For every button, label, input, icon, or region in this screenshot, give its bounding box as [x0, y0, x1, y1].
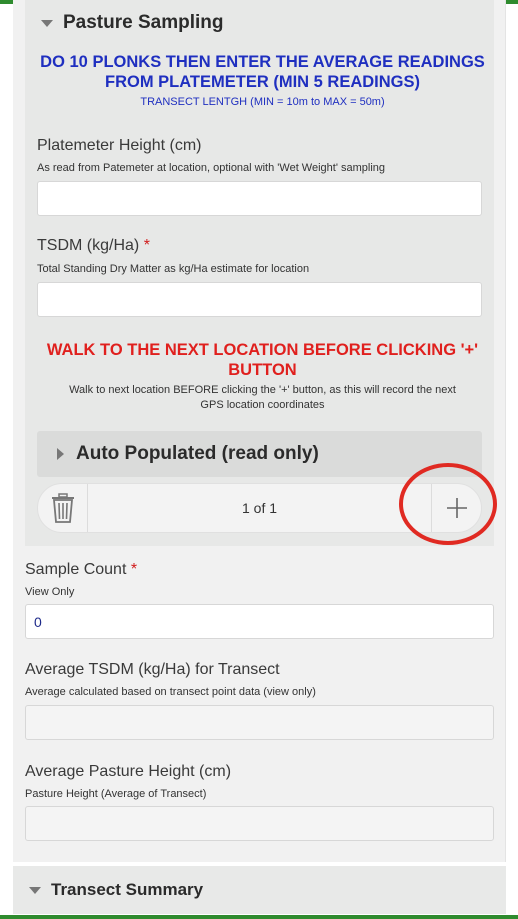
sample-count-label-text: Sample Count: [25, 561, 127, 578]
caret-down-icon: [41, 19, 53, 27]
sample-count-label: Sample Count *: [25, 561, 137, 579]
caret-down-icon: [29, 886, 41, 894]
avg-height-label-text: Average Pasture Height (cm): [25, 763, 232, 780]
avg-height-hint: Pasture Height (Average of Transect): [25, 788, 207, 800]
transect-summary-header[interactable]: Transect Summary: [13, 866, 506, 914]
tsdm-label: TSDM (kg/Ha) *: [37, 237, 150, 255]
pasture-sampling-title: Pasture Sampling: [63, 12, 224, 33]
avg-tsdm-label-text: Average TSDM (kg/Ha) for Transect: [25, 661, 280, 678]
instruction-line-1: DO 10 PLONKS THEN ENTER THE AVERAGE READ…: [40, 53, 485, 71]
platemeter-height-input[interactable]: [37, 181, 482, 216]
auto-populated-header[interactable]: Auto Populated (read only): [37, 431, 482, 477]
sample-count-field[interactable]: 0: [25, 604, 494, 639]
annotation-circle: [399, 463, 497, 545]
instruction-line-2: FROM PLATEMETER (MIN 5 READINGS): [104, 73, 421, 91]
tsdm-input[interactable]: [37, 282, 482, 317]
caret-right-icon: [57, 448, 64, 460]
required-marker: *: [143, 237, 150, 254]
avg-tsdm-field[interactable]: [25, 705, 494, 740]
delete-record-button[interactable]: [38, 484, 88, 532]
avg-height-label: Average Pasture Height (cm): [25, 763, 231, 781]
walk-instruction-line-2: BUTTON: [228, 361, 297, 379]
auto-populated-title: Auto Populated (read only): [76, 443, 319, 464]
tsdm-label-text: TSDM (kg/Ha): [37, 237, 140, 254]
avg-tsdm-hint: Average calculated based on transect poi…: [25, 686, 316, 698]
required-marker: *: [130, 561, 138, 578]
tsdm-hint: Total Standing Dry Matter as kg/Ha estim…: [37, 263, 310, 275]
avg-tsdm-label: Average TSDM (kg/Ha) for Transect: [25, 661, 280, 679]
platemeter-height-label-text: Platemeter Height (cm): [37, 137, 202, 154]
avg-height-field[interactable]: [25, 806, 494, 841]
trash-icon: [51, 493, 74, 523]
walk-note-line-1: Walk to next location BEFORE clicking th…: [69, 384, 456, 396]
walk-instruction-line-1: WALK TO THE NEXT LOCATION BEFORE CLICKIN…: [46, 341, 479, 359]
sample-count-hint: View Only: [25, 586, 75, 598]
transect-summary-title: Transect Summary: [51, 880, 204, 899]
platemeter-height-label: Platemeter Height (cm): [37, 137, 202, 155]
walk-note-line-2: GPS location coordinates: [200, 399, 325, 411]
platemeter-height-hint: As read from Patemeter at location, opti…: [37, 162, 386, 174]
record-count: 1 of 1: [241, 500, 278, 516]
bottom-accent-bar: [0, 915, 518, 919]
transect-length-note: TRANSECT LENTGH (MIN = 10m to MAX = 50m): [140, 96, 385, 108]
pasture-sampling-header[interactable]: Pasture Sampling: [41, 12, 224, 34]
